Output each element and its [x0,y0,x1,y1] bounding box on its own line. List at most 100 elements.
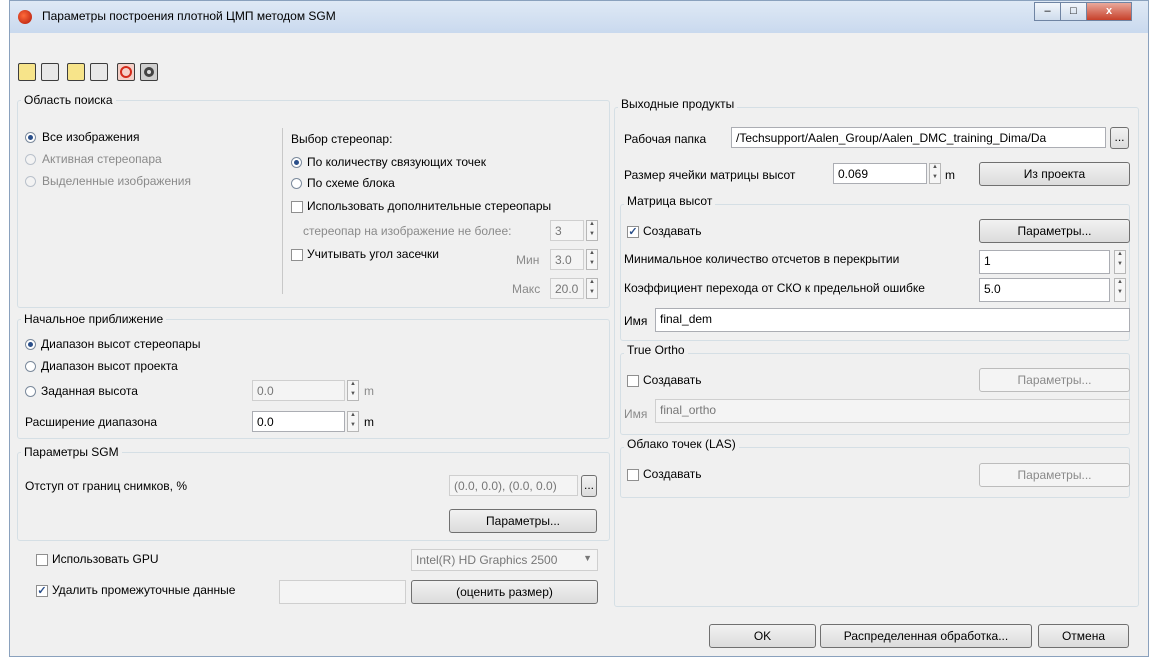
by-block-scheme-radio[interactable] [291,178,302,189]
project-range-label[interactable]: Диапазон высот проекта [41,359,178,373]
dem-name-input[interactable]: final_dem [655,308,1130,332]
las-create-label[interactable]: Создавать [643,467,702,481]
cell-size-unit: m [945,168,955,182]
by-tie-points-radio[interactable] [291,157,302,168]
dem-title: Матрица высот [624,194,716,208]
project-range-radio[interactable] [25,361,36,372]
by-block-scheme-label[interactable]: По схеме блока [307,176,395,190]
true-ortho-params-button[interactable]: Параметры... [979,368,1130,392]
range-expansion-label: Расширение диапазона [25,415,158,429]
consider-angle-checkbox[interactable] [291,249,303,261]
range-expansion-input[interactable]: 0.0 [252,411,345,432]
fixed-height-label[interactable]: Заданная высота [41,384,138,398]
cell-size-label: Размер ячейки матрицы высот [624,168,796,182]
min-angle-input[interactable]: 3.0 [550,249,584,270]
active-pair-radio[interactable] [25,154,36,165]
output-title: Выходные продукты [618,97,738,111]
fixed-height-unit: m [364,384,374,398]
work-folder-input[interactable]: /Techsupport/Aalen_Group/Aalen_DMC_train… [731,127,1106,148]
selected-images-radio[interactable] [25,176,36,187]
coef-input[interactable]: 5.0 [979,278,1110,302]
minimize-button[interactable]: – [1034,2,1061,21]
ok-button[interactable]: OK [709,624,816,648]
estimate-size-button[interactable]: (оценить размер) [411,580,598,604]
true-ortho-create-checkbox[interactable] [627,375,639,387]
max-angle-spinner[interactable] [586,278,598,299]
pairs-per-image-input[interactable]: 3 [550,220,584,241]
use-extra-pairs-label[interactable]: Использовать дополнительные стереопары [307,199,551,213]
min-count-label: Минимальное количество отсчетов в перекр… [624,252,900,266]
open-icon[interactable] [18,63,36,81]
by-tie-points-label[interactable]: По количеству связующих точек [307,155,486,169]
work-folder-label: Рабочая папка [624,132,707,146]
search-area-title: Область поиска [21,93,116,107]
active-pair-label[interactable]: Активная стереопара [42,152,162,166]
offset-label: Отступ от границ снимков, % [25,479,188,493]
save-icon[interactable] [90,63,108,81]
dialog-window: Параметры построения плотной ЦМП методом… [9,0,1149,657]
dem-create-checkbox[interactable]: ✓ [627,226,639,238]
coef-spinner[interactable] [1114,278,1126,302]
cell-size-spinner[interactable] [929,163,941,184]
min-count-input[interactable]: 1 [979,250,1110,274]
pair-select-title: Выбор стереопар: [291,132,393,146]
use-extra-pairs-checkbox[interactable] [291,201,303,213]
sgm-title: Параметры SGM [21,445,122,459]
section-divider [282,128,283,294]
offset-input[interactable]: (0.0, 0.0), (0.0, 0.0) [449,475,578,496]
fixed-height-spinner[interactable] [347,380,359,401]
cancel-button[interactable]: Отмена [1038,624,1129,648]
dem-create-label[interactable]: Создавать [643,224,702,238]
refresh-icon[interactable] [117,63,135,81]
true-ortho-name-label: Имя [624,407,648,421]
range-expansion-spinner[interactable] [347,411,359,432]
min-angle-spinner[interactable] [586,249,598,270]
all-images-label[interactable]: Все изображения [42,130,140,144]
pair-range-radio[interactable] [25,339,36,350]
pairs-per-image-spinner[interactable] [586,220,598,241]
offset-dots-button[interactable]: ... [581,475,597,497]
temp-size-field [279,580,406,604]
maximize-button[interactable]: □ [1060,2,1087,21]
close-button[interactable]: x [1086,2,1132,21]
las-params-button[interactable]: Параметры... [979,463,1130,487]
all-images-radio[interactable] [25,132,36,143]
cell-size-input[interactable]: 0.069 [833,163,927,184]
dem-params-button[interactable]: Параметры... [979,219,1130,243]
fixed-height-input[interactable]: 0.0 [252,380,345,401]
selected-images-label[interactable]: Выделенные изображения [42,174,191,188]
max-angle-label: Макс [512,282,541,296]
initial-approx-title: Начальное приближение [21,312,167,326]
gpu-select[interactable]: Intel(R) HD Graphics 2500 ▼ [411,549,598,571]
app-icon [18,10,32,24]
dem-name-label: Имя [624,314,648,328]
min-count-spinner[interactable] [1114,250,1126,274]
delete-temp-label[interactable]: Удалить промежуточные данные [52,583,235,597]
true-ortho-create-label[interactable]: Создавать [643,373,702,387]
las-title: Облако точек (LAS) [624,437,739,451]
min-angle-label: Мин [516,253,540,267]
sgm-params-button[interactable]: Параметры... [449,509,597,533]
use-gpu-label[interactable]: Использовать GPU [52,552,159,566]
distributed-processing-button[interactable]: Распределенная обработка... [820,624,1032,648]
open-folder-icon[interactable] [67,63,85,81]
save-as-icon[interactable] [41,63,59,81]
delete-temp-checkbox[interactable]: ✓ [36,585,48,597]
fixed-height-radio[interactable] [25,386,36,397]
consider-angle-label[interactable]: Учитывать угол засечки [307,247,439,261]
use-gpu-checkbox[interactable] [36,554,48,566]
settings-icon[interactable] [140,63,158,81]
chevron-down-icon: ▼ [583,553,592,563]
gpu-select-value: Intel(R) HD Graphics 2500 [416,553,558,567]
from-project-button[interactable]: Из проекта [979,162,1130,186]
max-angle-input[interactable]: 20.0 [550,278,584,299]
coef-label: Коэффициент перехода от СКО к предельной… [624,281,925,295]
window-title: Параметры построения плотной ЦМП методом… [42,9,336,23]
work-folder-dots-button[interactable]: ... [1110,127,1129,149]
las-create-checkbox[interactable] [627,469,639,481]
range-expansion-unit: m [364,415,374,429]
true-ortho-name-input[interactable]: final_ortho [655,399,1130,423]
title-bar[interactable]: Параметры построения плотной ЦМП методом… [10,1,1148,33]
true-ortho-title: True Ortho [624,343,688,357]
pair-range-label[interactable]: Диапазон высот стереопары [41,337,200,351]
